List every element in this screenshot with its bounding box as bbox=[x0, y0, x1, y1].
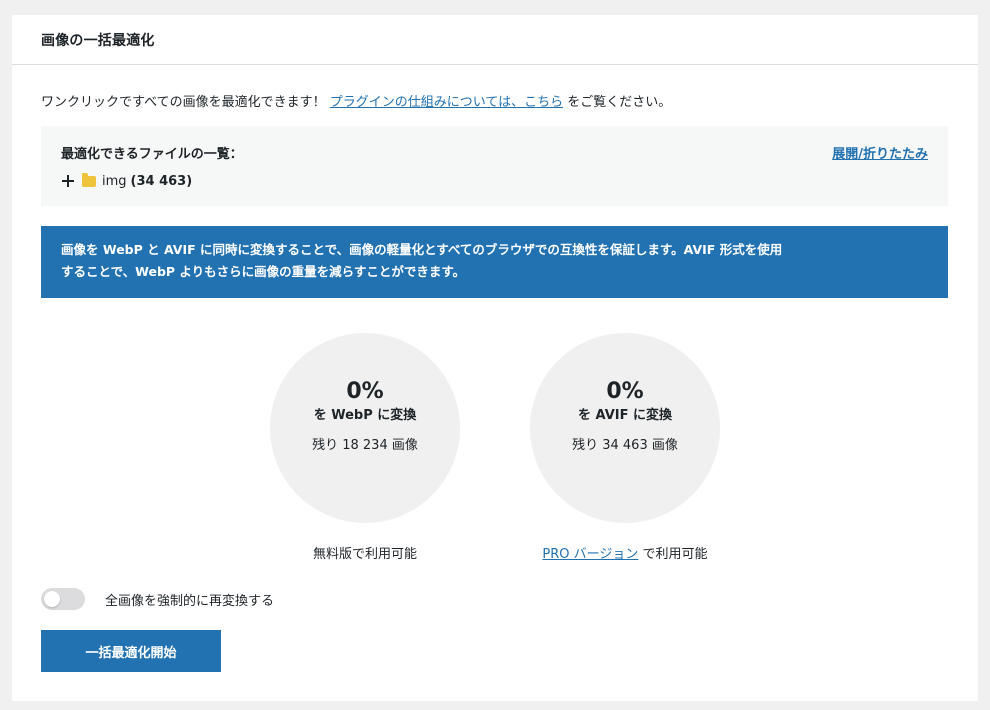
webp-label: を WebP に変換 bbox=[313, 408, 417, 423]
avif-availability: PRO バージョン で利用可能 bbox=[500, 543, 750, 562]
intro-description: ワンクリックですべての画像を最適化できます！ bbox=[41, 95, 326, 110]
avif-availability-suffix: で利用可能 bbox=[642, 547, 708, 562]
force-reconvert-label: 全画像を強制的に再変換する bbox=[105, 593, 275, 609]
how-it-works-link[interactable]: プラグインの仕組みについては、こちら bbox=[330, 95, 563, 110]
avif-remaining: 残り 34 463 画像 bbox=[572, 438, 678, 453]
bulk-optimization-panel: 画像の一括最適化 ワンクリックですべての画像を最適化できます！ プラグインの仕組… bbox=[12, 15, 978, 701]
intro-text: ワンクリックですべての画像を最適化できます！ プラグインの仕組みについては、こち… bbox=[41, 91, 671, 110]
avif-progress-circle: 0% を AVIF に変換 残り 34 463 画像 bbox=[530, 333, 720, 523]
avif-label: を AVIF に変換 bbox=[577, 408, 672, 423]
pro-version-link[interactable]: PRO バージョン bbox=[542, 547, 638, 562]
info-notice: 画像を WebP と AVIF に同時に変換することで、画像の軽量化とすべてのブ… bbox=[41, 226, 948, 298]
force-reconvert-row: 全画像を強制的に再変換する bbox=[41, 588, 274, 610]
tree-item-img[interactable]: img (34 463) bbox=[61, 172, 192, 190]
start-optimization-button[interactable]: 一括最適化開始 bbox=[41, 630, 221, 672]
file-list-box: 最適化できるファイルの一覧： 展開/折りたたみ img (34 463) bbox=[41, 126, 948, 206]
plus-icon[interactable] bbox=[61, 174, 75, 188]
folder-count: (34 463) bbox=[130, 173, 193, 189]
force-reconvert-toggle[interactable] bbox=[41, 588, 85, 610]
toggle-knob bbox=[44, 591, 60, 607]
webp-percent: 0% bbox=[346, 379, 384, 404]
expand-collapse-link[interactable]: 展開/折りたたみ bbox=[832, 143, 928, 162]
notice-line-2: することで、WebP よりもさらに画像の重量を減らすことができます。 bbox=[61, 264, 466, 279]
panel-title: 画像の一括最適化 bbox=[41, 32, 155, 49]
webp-availability: 無料版で利用可能 bbox=[312, 547, 417, 562]
intro-suffix: をご覧ください。 bbox=[567, 95, 672, 110]
notice-line-1: 画像を WebP と AVIF に同時に変換することで、画像の軽量化とすべてのブ… bbox=[61, 242, 783, 257]
folder-name: img bbox=[102, 173, 127, 189]
webp-progress-circle: 0% を WebP に変換 残り 18 234 画像 bbox=[270, 333, 460, 523]
avif-percent: 0% bbox=[606, 379, 644, 404]
webp-remaining: 残り 18 234 画像 bbox=[312, 438, 418, 453]
panel-header: 画像の一括最適化 bbox=[12, 15, 978, 65]
folder-icon bbox=[82, 172, 96, 187]
file-list-title: 最適化できるファイルの一覧： bbox=[61, 147, 243, 162]
